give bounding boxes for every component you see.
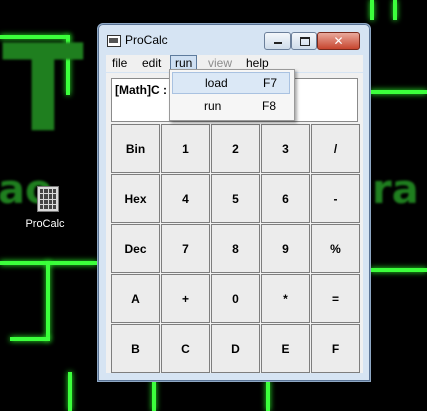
menu-edit[interactable]: edit — [138, 55, 165, 72]
wallpaper-glyph: ra — [372, 167, 419, 213]
circuit-line — [370, 90, 427, 94]
minimize-button[interactable] — [264, 32, 291, 50]
menu-item-label: load — [205, 76, 228, 90]
menu-item-load[interactable]: load F7 — [172, 72, 290, 94]
key-e[interactable]: E — [261, 324, 310, 373]
key-plus[interactable]: + — [161, 274, 210, 323]
circuit-line — [152, 380, 156, 411]
desktop-icon-procalc[interactable]: ProCalc — [25, 186, 70, 230]
circuit-line — [370, 0, 374, 20]
key-3[interactable]: 3 — [261, 124, 310, 173]
menu-item-shortcut: F8 — [262, 99, 277, 113]
menu-item-run[interactable]: run F8 — [172, 95, 290, 117]
key-multiply[interactable]: * — [261, 274, 310, 323]
key-hex[interactable]: Hex — [111, 174, 160, 223]
key-8[interactable]: 8 — [211, 224, 260, 273]
desktop-icon-label: ProCalc — [25, 218, 65, 230]
key-7[interactable]: 7 — [161, 224, 210, 273]
key-minus[interactable]: - — [311, 174, 360, 223]
key-5[interactable]: 5 — [211, 174, 260, 223]
circuit-line — [10, 337, 50, 341]
key-2[interactable]: 2 — [211, 124, 260, 173]
circuit-line — [46, 261, 50, 341]
key-d[interactable]: D — [211, 324, 260, 373]
run-menu-dropdown: load F7 run F8 — [169, 69, 295, 121]
menu-item-label: run — [204, 99, 222, 113]
key-b[interactable]: B — [111, 324, 160, 373]
circuit-line — [393, 0, 397, 20]
key-1[interactable]: 1 — [161, 124, 210, 173]
circuit-line — [266, 380, 270, 411]
window-title: ProCalc — [125, 33, 168, 47]
key-6[interactable]: 6 — [261, 174, 310, 223]
app-window-icon — [107, 35, 121, 47]
calculator-icon — [37, 186, 59, 212]
key-equals[interactable]: = — [311, 274, 360, 323]
menu-item-shortcut: F7 — [263, 76, 278, 90]
title-bar[interactable]: ProCalc ✕ — [98, 24, 370, 54]
circuit-line — [68, 372, 72, 411]
key-9[interactable]: 9 — [261, 224, 310, 273]
key-f[interactable]: F — [311, 324, 360, 373]
key-4[interactable]: 4 — [161, 174, 210, 223]
menu-file[interactable]: file — [108, 55, 131, 72]
key-a[interactable]: A — [111, 274, 160, 323]
wallpaper-glyph: T — [2, 20, 84, 159]
maximize-button[interactable] — [291, 32, 317, 50]
key-0[interactable]: 0 — [211, 274, 260, 323]
key-c[interactable]: C — [161, 324, 210, 373]
key-percent[interactable]: % — [311, 224, 360, 273]
close-icon: ✕ — [333, 34, 344, 48]
key-dec[interactable]: Dec — [111, 224, 160, 273]
key-divide[interactable]: / — [311, 124, 360, 173]
circuit-line — [370, 268, 427, 272]
key-bin[interactable]: Bin — [111, 124, 160, 173]
close-button[interactable]: ✕ — [317, 32, 360, 50]
